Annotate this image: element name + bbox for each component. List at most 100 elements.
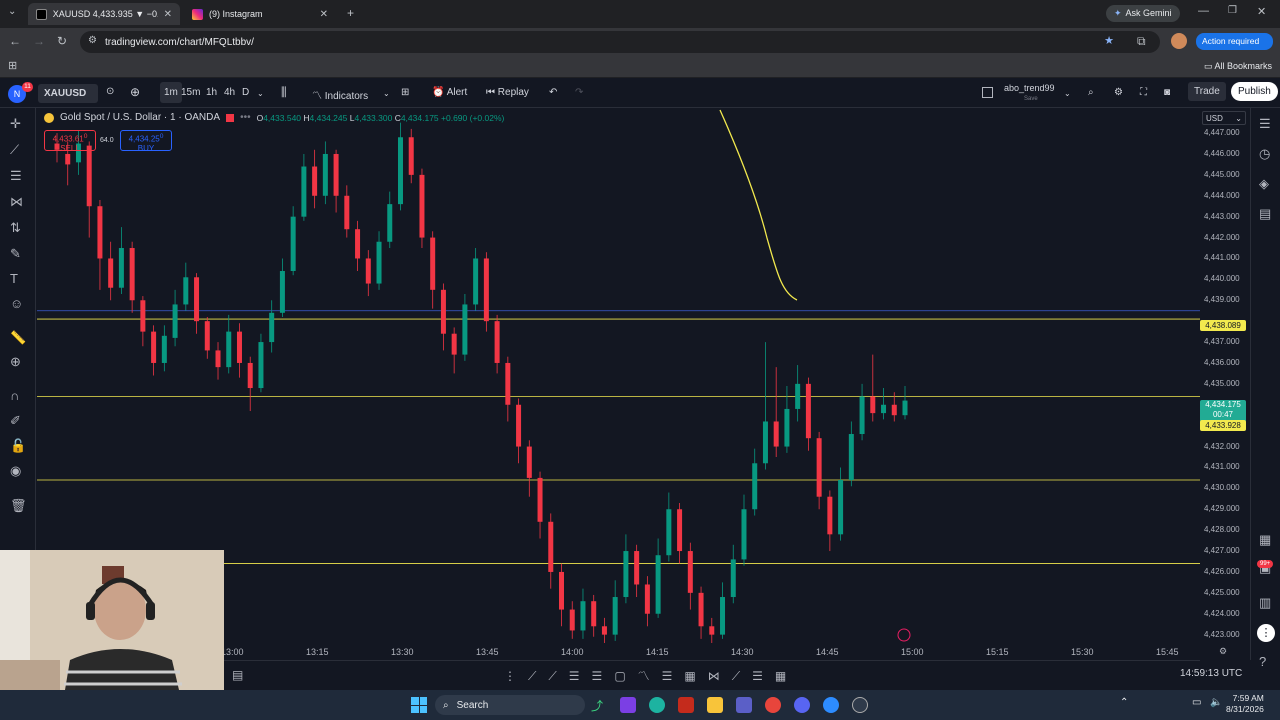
indicators-button[interactable]: 〽 Indicators: [312, 87, 368, 102]
volume-icon[interactable]: 🔈: [1210, 697, 1222, 708]
camera-icon[interactable]: ◙: [1164, 87, 1170, 98]
alerts-clock-icon[interactable]: ◷: [1259, 146, 1270, 162]
url-field[interactable]: ⚙ tradingview.com/chart/MFQLtbbv/ ★: [80, 31, 1160, 53]
quick-search-icon[interactable]: ⌕: [1088, 87, 1094, 98]
emoji-icon[interactable]: ☺: [10, 296, 23, 311]
apps-icon[interactable]: ⋮: [1257, 624, 1275, 642]
profile-avatar[interactable]: [1171, 33, 1187, 49]
minimize-icon[interactable]: —: [1198, 5, 1209, 17]
discord-icon[interactable]: [794, 697, 810, 713]
close-icon[interactable]: ✕: [164, 9, 172, 20]
layouts-icon[interactable]: ⊞: [401, 87, 409, 98]
lock-drawing-icon[interactable]: ✐: [10, 413, 21, 429]
eye-icon[interactable]: ◉: [10, 463, 21, 479]
crosshair-icon[interactable]: ✛: [10, 116, 21, 132]
undo-icon[interactable]: ↶: [549, 87, 557, 98]
bookmark-star-icon[interactable]: ★: [1104, 34, 1114, 47]
lock-icon[interactable]: 🔓: [10, 438, 26, 454]
forward-icon[interactable]: →: [33, 34, 45, 48]
axis-settings-icon[interactable]: ⚙: [1219, 646, 1227, 657]
extensions-icon[interactable]: ⧉: [1137, 34, 1146, 49]
interval-dropdown-icon[interactable]: ⌄: [257, 89, 264, 98]
zoom-app-icon[interactable]: [823, 697, 839, 713]
price-axis[interactable]: USD ⌄ 4,447.000 4,446.000 4,445.000 4,444.0…: [1200, 108, 1250, 643]
interval-d[interactable]: D: [242, 87, 249, 98]
event-marker-icon[interactable]: [897, 628, 911, 642]
network-icon[interactable]: ▭: [1192, 697, 1201, 708]
magnet-icon[interactable]: ∩: [10, 388, 19, 403]
app-arrow-icon[interactable]: ⤴: [591, 697, 607, 713]
window-close-icon[interactable]: ✕: [1257, 5, 1266, 18]
chat-icon[interactable]: ▤: [1259, 206, 1271, 222]
projection-icon[interactable]: ⇅: [10, 220, 21, 236]
interval-1m[interactable]: 1m: [160, 82, 182, 103]
tab-tradingview[interactable]: XAUUSD 4,433.935 ▼ −0.47% ... ✕: [28, 3, 180, 25]
interval-4h[interactable]: 4h: [224, 87, 235, 98]
price-tick-label: 4,431.000: [1204, 462, 1240, 472]
windows-start-icon[interactable]: [411, 697, 427, 713]
sell-button[interactable]: 4,433.610 SELL: [44, 130, 96, 153]
tab-instagram[interactable]: (9) Instagram ✕: [184, 3, 336, 25]
interval-1h[interactable]: 1h: [206, 87, 217, 98]
taskbar-search[interactable]: ⌕ Search: [435, 695, 585, 715]
flag-icon[interactable]: [226, 113, 235, 122]
new-tab-button[interactable]: +: [347, 6, 354, 20]
tab-search-icon[interactable]: ⌄: [8, 6, 16, 17]
apps-grid-icon[interactable]: ⊞: [8, 59, 17, 72]
candle-body: [290, 216, 296, 272]
trend-line-icon[interactable]: ⟋: [10, 142, 19, 158]
pattern-icon[interactable]: ⋈: [10, 194, 23, 210]
publish-button[interactable]: Publish: [1231, 82, 1278, 101]
app-icon[interactable]: [678, 697, 694, 713]
interval-15m[interactable]: 15m: [181, 87, 200, 98]
layout-dropdown-icon[interactable]: ⌄: [1064, 89, 1071, 98]
watch-symbol-icon[interactable]: ⊙: [106, 86, 114, 97]
buy-button[interactable]: 4,434.250 BUY: [120, 130, 172, 153]
fullscreen-icon[interactable]: ⛶: [1140, 87, 1147, 98]
ask-gemini-button[interactable]: ✦ Ask Gemini: [1106, 5, 1180, 22]
indicators-dropdown-icon[interactable]: ⌄: [383, 89, 390, 98]
help-icon[interactable]: ?: [1259, 654, 1266, 669]
layout-checkbox-icon[interactable]: [982, 87, 993, 98]
maximize-icon[interactable]: ❐: [1228, 5, 1237, 16]
trade-button[interactable]: Trade: [1188, 82, 1226, 101]
replay-button[interactable]: ⏮ Replay: [486, 87, 529, 98]
floating-drawing-tools-icon[interactable]: ⋮⟋⟋☰☰▢〽☰▦⋈⟋☰▦: [504, 667, 798, 684]
zoom-icon[interactable]: ⊕: [10, 354, 21, 370]
chrome-icon[interactable]: [765, 697, 781, 713]
copilot-icon[interactable]: [620, 697, 636, 713]
calendar-icon[interactable]: ▦: [1259, 532, 1271, 548]
brush-icon[interactable]: ✎: [10, 246, 21, 262]
symbol-search-field[interactable]: XAUUSD: [38, 84, 98, 103]
date-range-icon[interactable]: ▤: [232, 668, 243, 682]
watchlist-icon[interactable]: ☰: [1259, 116, 1271, 132]
currency-select[interactable]: USD ⌄: [1202, 111, 1246, 125]
alert-button[interactable]: ⏰ Alert: [432, 87, 467, 98]
site-info-icon[interactable]: ⚙: [88, 35, 97, 46]
settings-gear-icon[interactable]: ⚙: [1114, 87, 1123, 98]
fib-icon[interactable]: ☰: [10, 168, 22, 184]
text-icon[interactable]: T: [10, 271, 18, 286]
more-dots-icon[interactable]: •••: [240, 112, 251, 123]
taskbar-clock[interactable]: 7:59 AM 8/31/2026: [1226, 693, 1264, 715]
layout-name-button[interactable]: abo_trend99 Save: [1004, 84, 1055, 104]
back-icon[interactable]: ←: [9, 34, 21, 48]
close-icon[interactable]: ✕: [320, 9, 328, 20]
tray-chevron-icon[interactable]: ⌃: [1120, 697, 1128, 708]
all-bookmarks-button[interactable]: ▭ All Bookmarks: [1204, 61, 1272, 72]
trash-icon[interactable]: 🗑: [10, 498, 27, 514]
legend-title[interactable]: Gold Spot / U.S. Dollar · 1 · OANDA: [60, 112, 220, 123]
file-explorer-icon[interactable]: [707, 697, 723, 713]
redo-icon[interactable]: ↷: [575, 87, 583, 98]
edge-icon[interactable]: [649, 697, 665, 713]
utc-clock[interactable]: 14:59:13 UTC: [1180, 668, 1242, 679]
app-circle-icon[interactable]: [852, 697, 868, 713]
add-symbol-icon[interactable]: ⊕: [130, 85, 140, 99]
layers-icon[interactable]: ◈: [1259, 176, 1269, 192]
ruler-icon[interactable]: 📏: [10, 330, 26, 346]
action-required-button[interactable]: Action required: [1196, 33, 1273, 50]
hotlist-icon[interactable]: ▥: [1259, 595, 1271, 611]
teams-icon[interactable]: [736, 697, 752, 713]
reload-icon[interactable]: ↻: [57, 34, 67, 48]
chart-type-icon[interactable]: ⫼: [281, 85, 287, 100]
